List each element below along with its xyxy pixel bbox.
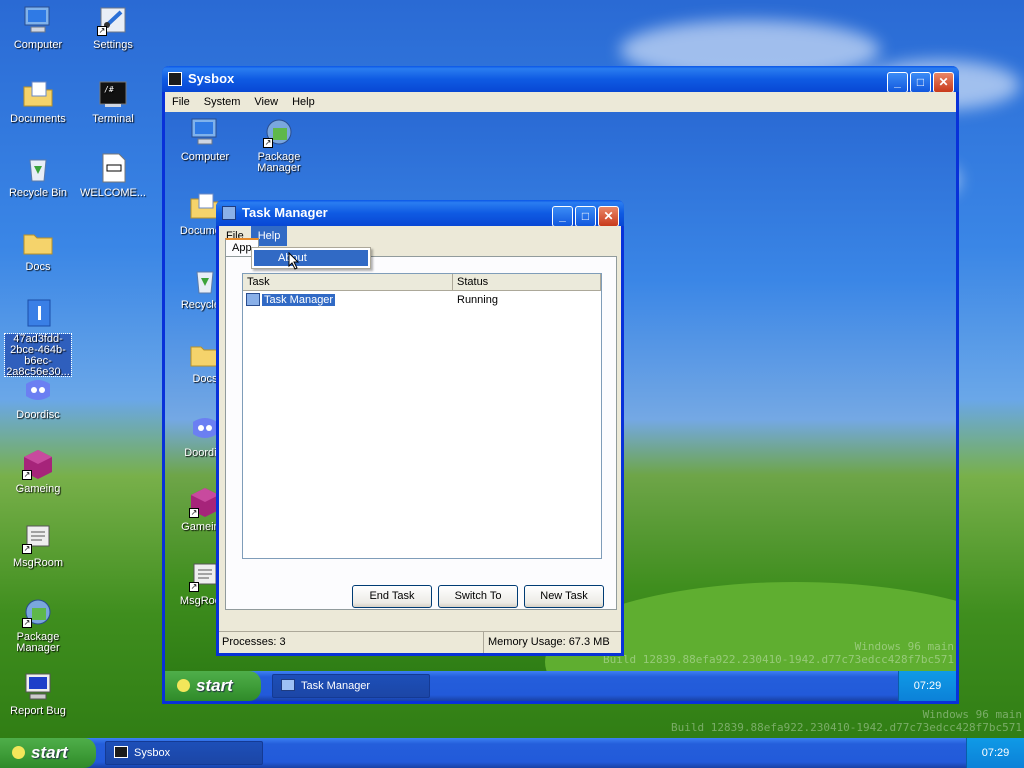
help-menu-dropdown: About — [251, 247, 371, 269]
sysbox-window-icon — [168, 72, 182, 86]
task-manager-window-icon — [222, 206, 236, 220]
task-manager-titlebar[interactable]: Task Manager _ □ ✕ — [216, 200, 624, 227]
task-manager-menubar: File Help — [219, 226, 621, 246]
sysbox-titlebar[interactable]: Sysbox _ □ ✕ — [162, 66, 959, 93]
menu-view[interactable]: View — [247, 92, 285, 112]
desktop-icon-terminal[interactable]: /# Terminal — [77, 78, 149, 125]
mouse-cursor-icon — [288, 252, 300, 270]
svg-text:/#: /# — [104, 85, 114, 94]
sysbox-taskbar: start Task Manager 07:29 — [165, 671, 956, 701]
desktop-icon-package-manager[interactable]: ↗ Package Manager — [2, 596, 74, 654]
task-list-header: Task Status — [243, 274, 601, 291]
desktop-icon-guid-file[interactable]: 47ad3fdd-2bce-464b-b6ec-2a8c56e30... — [2, 298, 74, 377]
desktop-icon-gameing[interactable]: ↗ Gameing — [2, 448, 74, 495]
clock: 07:29 — [966, 738, 1024, 768]
task-manager-icon — [246, 293, 260, 306]
task-name: Task Manager — [260, 293, 337, 307]
task-list[interactable]: Task Status Task Manager Running — [242, 273, 602, 559]
recycle-bin-icon — [22, 152, 54, 184]
switch-to-button[interactable]: Switch To — [438, 585, 518, 608]
settings-icon: ↗ — [97, 4, 129, 36]
minimize-button[interactable]: _ — [552, 206, 573, 227]
terminal-icon: /# — [97, 78, 129, 110]
close-button[interactable]: ✕ — [933, 72, 954, 93]
sysbox-title: Sysbox — [188, 71, 235, 86]
computer-icon — [189, 116, 221, 148]
column-header-status[interactable]: Status — [453, 274, 601, 290]
maximize-button[interactable]: □ — [575, 206, 596, 227]
close-button[interactable]: ✕ — [598, 206, 619, 227]
desktop-icon-documents[interactable]: Documents — [2, 78, 74, 125]
sysbox-icon — [114, 746, 128, 758]
memory-usage: Memory Usage: 67.3 MB — [483, 632, 613, 653]
sysbox-clock: 07:29 — [898, 671, 956, 701]
menu-file[interactable]: File — [165, 92, 197, 112]
package-manager-icon: ↗ — [263, 116, 295, 148]
taskbar: start Sysbox 07:29 — [0, 738, 1024, 768]
taskbar-button-sysbox[interactable]: Sysbox — [105, 741, 263, 765]
report-bug-icon — [22, 670, 54, 702]
build-watermark: Windows 96 main Build 12839.88efa922.230… — [671, 708, 1022, 734]
menu-help[interactable]: Help — [285, 92, 322, 112]
document-icon — [97, 152, 129, 184]
sysbox-menubar: File System View Help — [165, 92, 956, 112]
desktop-icon-report-bug[interactable]: Report Bug — [2, 670, 74, 717]
sysbox-start-button[interactable]: start — [165, 671, 261, 701]
folder-documents-icon — [22, 78, 54, 110]
table-row[interactable]: Task Manager Running — [243, 291, 601, 309]
desktop-icon-msgroom[interactable]: ↗ MsgRoom — [2, 522, 74, 569]
taskbar-button-task-manager[interactable]: Task Manager — [272, 674, 430, 698]
package-manager-icon: ↗ — [22, 596, 54, 628]
desktop-icon-recycle-bin[interactable]: Recycle Bin — [2, 152, 74, 199]
menu-item-about[interactable]: About — [254, 250, 368, 266]
desktop-icon-docs[interactable]: Docs — [2, 226, 74, 273]
doordisc-icon — [22, 374, 54, 406]
desktop-icon-doordisc[interactable]: Doordisc — [2, 374, 74, 421]
start-logo-icon — [12, 746, 25, 759]
desktop-icon-welcome[interactable]: WELCOME... — [77, 152, 149, 199]
task-manager-icon — [281, 679, 295, 691]
start-button[interactable]: start — [0, 738, 96, 768]
desktop-icon-settings[interactable]: ↗ Settings — [77, 4, 149, 51]
minimize-button[interactable]: _ — [887, 72, 908, 93]
maximize-button[interactable]: □ — [910, 72, 931, 93]
task-manager-statusbar: Processes: 3 Memory Usage: 67.3 MB — [219, 631, 621, 653]
msgroom-icon: ↗ — [22, 522, 54, 554]
menu-system[interactable]: System — [197, 92, 248, 112]
end-task-button[interactable]: End Task — [352, 585, 432, 608]
file-icon — [22, 298, 54, 330]
computer-icon — [22, 4, 54, 36]
new-task-button[interactable]: New Task — [524, 585, 604, 608]
task-status: Running — [457, 294, 498, 306]
sysbox-icon-package-manager[interactable]: ↗ Package Manager — [243, 116, 315, 174]
applications-tab-panel: Task Status Task Manager Running End Tas… — [225, 256, 617, 610]
processes-count: Processes: 3 — [222, 636, 286, 648]
folder-icon — [22, 226, 54, 258]
desktop-icon-computer[interactable]: Computer — [2, 4, 74, 51]
game-cube-icon: ↗ — [22, 448, 54, 480]
task-manager-title: Task Manager — [242, 205, 328, 220]
start-logo-icon — [177, 679, 190, 692]
column-header-task[interactable]: Task — [243, 274, 453, 290]
sysbox-icon-computer[interactable]: Computer — [169, 116, 241, 163]
sysbox-build-watermark: Windows 96 main Build 12839.88efa922.230… — [603, 640, 954, 666]
